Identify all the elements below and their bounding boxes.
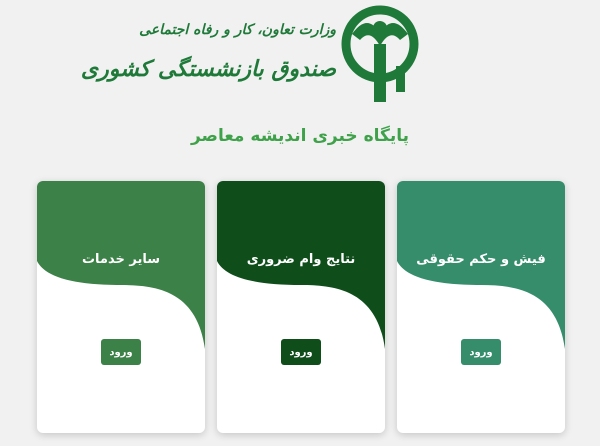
card-title: سایر خدمات	[81, 252, 161, 267]
enter-button[interactable]: ورود	[461, 339, 501, 365]
card-wave-shape	[217, 181, 385, 349]
fund-name: صندوق بازنشستگی کشوری	[80, 56, 336, 82]
card-payslip[interactable]: فیش و حکم حقوقی ورود	[397, 181, 565, 433]
card-other-services[interactable]: سایر خدمات ورود	[37, 181, 205, 433]
enter-button[interactable]: ورود	[101, 339, 141, 365]
card-wave-shape	[397, 181, 565, 349]
pension-fund-emblem-icon	[341, 5, 419, 102]
site-title: پایگاه خبری اندیشه معاصر	[190, 126, 410, 146]
card-wave-shape	[37, 181, 205, 349]
card-title: فیش و حکم حقوقی	[416, 252, 546, 267]
ministry-name: وزارت تعاون، کار و رفاه اجتماعی	[139, 22, 336, 38]
header-logo: وزارت تعاون، کار و رفاه اجتماعی صندوق با…	[0, 0, 600, 115]
card-loan-results[interactable]: نتایج وام ضروری ورود	[217, 181, 385, 433]
card-title: نتایج وام ضروری	[246, 252, 356, 267]
enter-button[interactable]: ورود	[281, 339, 321, 365]
